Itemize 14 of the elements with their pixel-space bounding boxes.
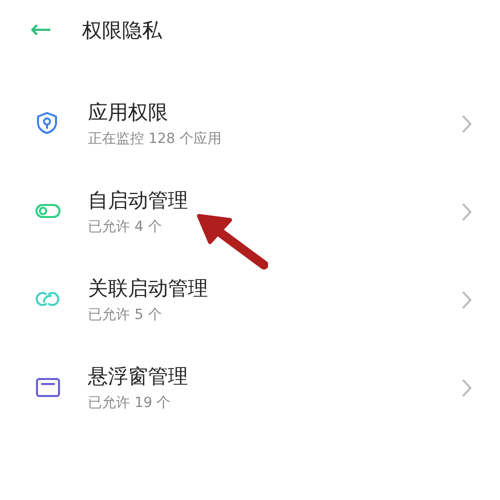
item-subtitle: 正在监控 128 个应用 [88,130,223,149]
chevron-icon [462,203,472,221]
item-subtitle: 已允许 5 个 [88,306,163,325]
arrow-annotation [196,212,268,270]
page-title: 权限隐私 [82,17,162,44]
item-title[interactable]: 自启动管理 [88,186,462,214]
item-title[interactable]: 应用权限 [88,98,462,126]
chevron-icon [462,291,472,309]
item-subtitle: 已允许 19 个 [88,394,172,413]
item-title[interactable]: 悬浮窗管理 [88,362,462,390]
chevron-icon [462,115,472,133]
item-subtitle: 已允许 4 个 [88,218,163,237]
item-title[interactable]: 关联启动管理 [88,274,462,302]
chevron-icon [462,379,472,397]
